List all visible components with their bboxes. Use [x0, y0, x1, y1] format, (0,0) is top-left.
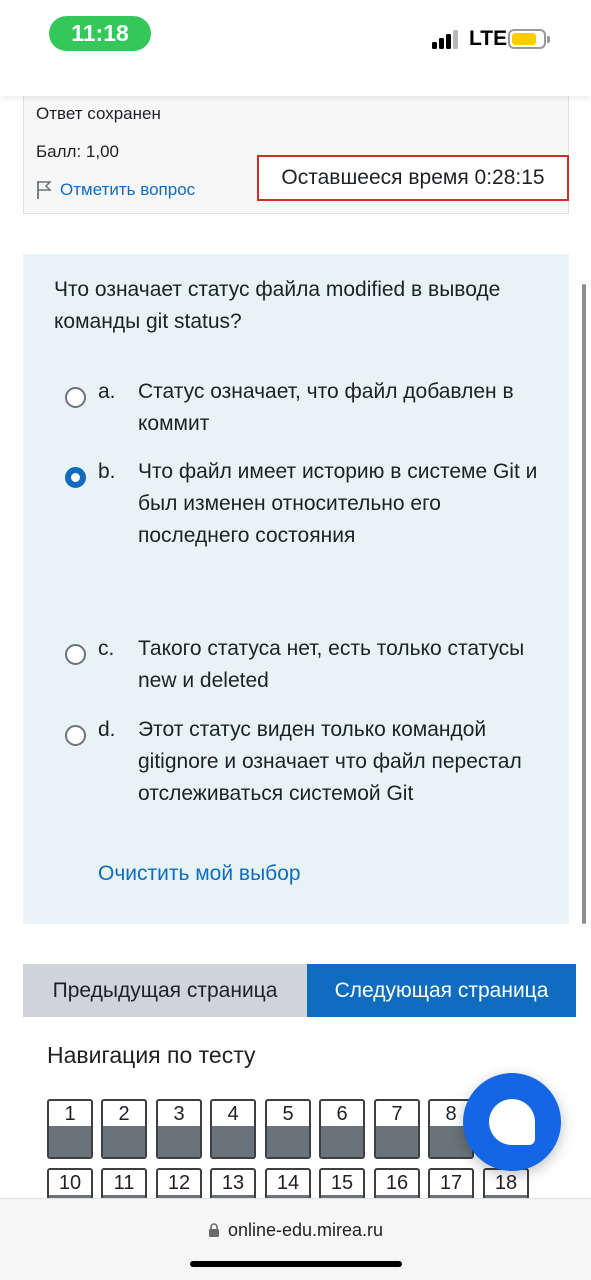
radio-d[interactable]: [65, 725, 86, 746]
quiz-nav-number: 15: [330, 1172, 354, 1194]
quiz-nav-number: 5: [282, 1103, 294, 1125]
answer-text: Статус означает, что файл добавлен в ком…: [138, 380, 514, 435]
question-text: Что означает статус файла modified в выв…: [54, 278, 501, 333]
answer-letter: a.: [98, 380, 116, 403]
quiz-nav-number: 3: [173, 1103, 185, 1125]
page-scrollbar[interactable]: [582, 284, 586, 924]
flag-icon: [37, 181, 52, 199]
flag-label: Отметить вопрос: [60, 180, 196, 199]
quiz-nav-button-1[interactable]: 1: [47, 1099, 93, 1159]
previous-page-button[interactable]: Предыдущая страница: [23, 964, 307, 1017]
clear-choice-link[interactable]: Очистить мой выбор: [98, 862, 301, 886]
quiz-nav-button-6[interactable]: 6: [319, 1099, 365, 1159]
quiz-navigation-title: Навигация по тесту: [47, 1042, 256, 1068]
lock-icon: [208, 1223, 219, 1237]
question-content: Что означает статус файла modified в выв…: [23, 254, 569, 924]
status-time: 11:18: [49, 16, 151, 51]
answer-text: Такого статуса нет, есть только статусы …: [138, 637, 525, 692]
quiz-nav-number: 13: [221, 1172, 245, 1194]
quiz-nav-button-7[interactable]: 7: [374, 1099, 420, 1159]
network-type: LTE: [469, 27, 508, 50]
quiz-nav-number: 16: [385, 1172, 409, 1194]
quiz-nav-button-5[interactable]: 5: [265, 1099, 311, 1159]
question-state: Ответ сохранен: [36, 104, 161, 123]
answer-letter: c.: [98, 637, 115, 660]
radio-b[interactable]: [65, 467, 86, 488]
quiz-nav-number: 6: [336, 1103, 348, 1125]
quiz-nav-number: 10: [58, 1172, 82, 1194]
radio-a[interactable]: [65, 387, 86, 408]
status-bar: 11:18 LTE: [0, 0, 591, 96]
quiz-nav-number: 17: [439, 1172, 463, 1194]
battery-icon: [508, 29, 550, 49]
url-text: online-edu.mirea.ru: [227, 1220, 384, 1240]
quiz-nav-number: 1: [64, 1103, 76, 1125]
quiz-nav-number: 12: [167, 1172, 191, 1194]
quiz-nav-number: 14: [276, 1172, 300, 1194]
answer-letter: b.: [98, 460, 116, 483]
quiz-nav-number: 7: [391, 1103, 403, 1125]
chat-bubble-icon: [489, 1099, 535, 1145]
answer-text: Что файл имеет историю в системе Git и б…: [138, 460, 538, 547]
quiz-nav-button-2[interactable]: 2: [101, 1099, 147, 1159]
home-indicator: [190, 1261, 402, 1267]
quiz-nav-number: 11: [113, 1172, 135, 1194]
chat-button[interactable]: [463, 1073, 561, 1171]
quiz-nav-number: 18: [494, 1172, 518, 1194]
signal-icon: [432, 29, 462, 49]
quiz-nav-button-4[interactable]: 4: [210, 1099, 256, 1159]
next-page-button[interactable]: Следующая страница: [307, 964, 576, 1017]
time-remaining: Оставшееся время 0:28:15: [257, 155, 569, 201]
answer-text: Этот статус виден только командой gitign…: [138, 718, 522, 805]
answer-letter: d.: [98, 718, 116, 741]
browser-address-bar[interactable]: online-edu.mirea.ru: [0, 1198, 591, 1280]
flag-question-link[interactable]: Отметить вопрос: [36, 180, 195, 200]
quiz-nav-number: 2: [118, 1103, 130, 1125]
quiz-nav-button-3[interactable]: 3: [156, 1099, 202, 1159]
radio-c[interactable]: [65, 644, 86, 665]
quiz-nav-number: 4: [227, 1103, 239, 1125]
question-grade: Балл: 1,00: [36, 142, 119, 161]
address-url[interactable]: online-edu.mirea.ru: [0, 1220, 591, 1241]
